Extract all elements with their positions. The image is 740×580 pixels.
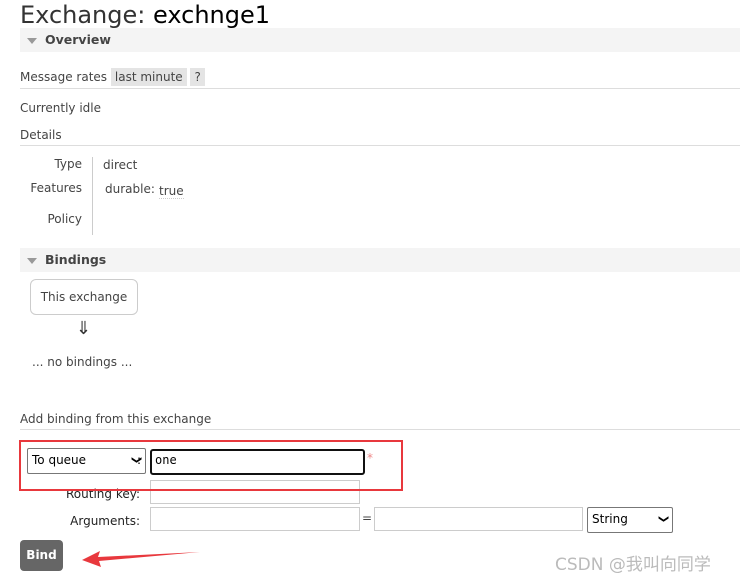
features-label: Features	[30, 181, 82, 195]
no-bindings-text: ... no bindings ...	[32, 355, 133, 369]
chevron-down-icon: ❯	[657, 514, 669, 524]
watermark: CSDN @我叫向同学	[555, 555, 711, 575]
add-binding-heading: Add binding from this exchange	[20, 412, 212, 426]
bind-button[interactable]: Bind	[20, 540, 63, 571]
equals-sign: =	[362, 511, 373, 525]
collapse-triangle-icon	[27, 257, 37, 264]
type-value: direct	[103, 158, 138, 172]
down-arrow-icon: ⇓	[76, 318, 92, 339]
durable-value: true	[159, 184, 184, 199]
argument-value-input[interactable]	[374, 507, 583, 531]
this-exchange-box: This exchange	[30, 279, 138, 315]
arguments-label: Arguments:	[70, 514, 140, 528]
status-text: Currently idle	[20, 101, 101, 115]
policy-label: Policy	[47, 212, 82, 226]
type-label: Type	[54, 157, 82, 171]
overview-section-toggle[interactable]: Overview	[20, 28, 740, 52]
argument-type-select[interactable]: String ❯	[587, 507, 673, 533]
range-selector[interactable]: last minute	[110, 68, 187, 86]
bindings-section-toggle[interactable]: Bindings	[20, 248, 740, 272]
page-title: Exchange: exchnge1	[20, 1, 271, 29]
details-heading: Details	[20, 128, 62, 142]
help-button[interactable]: ?	[190, 68, 205, 86]
collapse-triangle-icon	[27, 37, 37, 44]
highlight-annotation	[19, 440, 403, 491]
argument-key-input[interactable]	[150, 507, 360, 531]
arrow-annotation-icon	[82, 551, 200, 567]
durable-label: durable:	[105, 182, 155, 196]
message-rates-row: Message rates last minute ?	[20, 68, 205, 86]
